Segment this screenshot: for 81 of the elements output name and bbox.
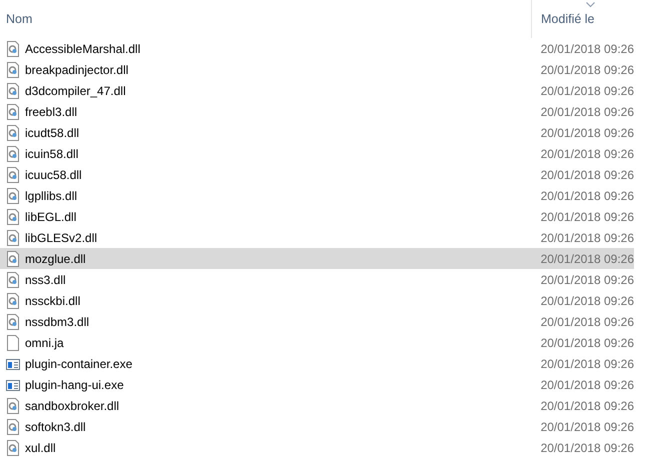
gear-file-icon (6, 398, 20, 414)
blank-file-icon (6, 334, 20, 350)
gear-file-icon (6, 440, 20, 456)
file-row[interactable]: omni.ja 20/01/2018 09:26 (0, 332, 634, 353)
gear-file-icon (6, 82, 20, 98)
gear-file-icon (6, 146, 20, 162)
sort-caret-icon (586, 2, 595, 8)
file-row[interactable]: plugin-container.exe 20/01/2018 09:26 (0, 353, 634, 374)
file-row[interactable]: breakpadinjector.dll 20/01/2018 09:26 (0, 59, 634, 80)
gear-file-icon (6, 40, 20, 56)
gear-file-icon (6, 62, 20, 78)
file-row[interactable]: plugin-hang-ui.exe 20/01/2018 09:26 (0, 374, 634, 395)
file-name: omni.ja (25, 336, 65, 350)
file-name: d3dcompiler_47.dll (25, 84, 127, 98)
modified-date: 20/01/2018 09:26 (540, 272, 634, 286)
file-name: icudt58.dll (25, 126, 80, 140)
gear-file-icon (6, 418, 20, 434)
gear-file-icon (6, 230, 20, 246)
modified-date: 20/01/2018 09:26 (540, 62, 634, 76)
modified-date: 20/01/2018 09:26 (540, 104, 634, 118)
modified-date: 20/01/2018 09:26 (540, 314, 634, 328)
file-name: softokn3.dll (25, 420, 87, 434)
file-name: xul.dll (25, 440, 57, 454)
modified-date: 20/01/2018 09:26 (540, 294, 634, 308)
column-header[interactable]: Nom (0, 0, 532, 38)
file-name: nss3.dll (25, 272, 67, 286)
gear-file-icon (6, 124, 20, 140)
gear-file-icon (6, 250, 20, 266)
gear-file-icon (6, 292, 20, 308)
file-row[interactable]: nssckbi.dll 20/01/2018 09:26 (0, 290, 634, 311)
file-row[interactable]: nssdbm3.dll 20/01/2018 09:26 (0, 311, 634, 332)
file-name: icuuc58.dll (25, 168, 83, 182)
column-header[interactable]: Modifié le (532, 0, 594, 38)
file-row[interactable]: AccessibleMarshal.dll 20/01/2018 09:26 (0, 38, 634, 59)
file-row[interactable]: softokn3.dll 20/01/2018 09:26 (0, 416, 634, 437)
gear-file-icon (6, 188, 20, 204)
file-row[interactable]: mozglue.dll 20/01/2018 09:26 (0, 248, 634, 269)
file-name: libGLESv2.dll (25, 230, 98, 244)
file-name: AccessibleMarshal.dll (25, 42, 142, 56)
file-name: icuin58.dll (25, 146, 80, 160)
modified-date: 20/01/2018 09:26 (540, 230, 634, 244)
gear-file-icon (6, 166, 20, 182)
modified-date: 20/01/2018 09:26 (540, 440, 634, 454)
file-row[interactable]: lgpllibs.dll 20/01/2018 09:26 (0, 185, 634, 206)
modified-date: 20/01/2018 09:26 (540, 420, 634, 434)
gear-file-icon (6, 104, 20, 120)
modified-date: 20/01/2018 09:26 (540, 188, 634, 202)
modified-date: 20/01/2018 09:26 (540, 252, 634, 266)
modified-date: 20/01/2018 09:26 (540, 42, 634, 56)
file-row[interactable]: libGLESv2.dll 20/01/2018 09:26 (0, 227, 634, 248)
file-name: nssckbi.dll (25, 294, 82, 308)
file-row[interactable]: freebl3.dll 20/01/2018 09:26 (0, 101, 634, 122)
file-name: plugin-container.exe (25, 356, 134, 370)
modified-date: 20/01/2018 09:26 (540, 84, 634, 98)
file-row[interactable]: nss3.dll 20/01/2018 09:26 (0, 269, 634, 290)
gear-file-icon (6, 314, 20, 330)
modified-date: 20/01/2018 09:26 (540, 210, 634, 224)
file-name: mozglue.dll (25, 252, 87, 266)
file-row[interactable]: xul.dll 20/01/2018 09:26 (0, 437, 634, 458)
file-name: libEGL.dll (25, 210, 78, 224)
file-row[interactable]: sandboxbroker.dll 20/01/2018 09:26 (0, 395, 634, 416)
file-name: breakpadinjector.dll (25, 62, 130, 76)
file-name: lgpllibs.dll (25, 188, 78, 202)
modified-date: 20/01/2018 09:26 (540, 336, 634, 350)
file-name: nssdbm3.dll (25, 314, 90, 328)
modified-date: 20/01/2018 09:26 (540, 378, 634, 392)
file-name: freebl3.dll (25, 104, 78, 118)
file-row[interactable]: icuin58.dll 20/01/2018 09:26 (0, 143, 634, 164)
file-row[interactable]: d3dcompiler_47.dll 20/01/2018 09:26 (0, 80, 634, 101)
file-name: plugin-hang-ui.exe (25, 378, 125, 392)
file-row[interactable]: icudt58.dll 20/01/2018 09:26 (0, 122, 634, 143)
modified-date: 20/01/2018 09:26 (540, 398, 634, 412)
gear-file-icon (6, 208, 20, 224)
file-row[interactable]: icuuc58.dll 20/01/2018 09:26 (0, 164, 634, 185)
modified-date: 20/01/2018 09:26 (540, 126, 634, 140)
gear-file-icon (6, 272, 20, 288)
file-row[interactable]: libEGL.dll 20/01/2018 09:26 (0, 206, 634, 227)
modified-date: 20/01/2018 09:26 (540, 146, 634, 160)
modified-date: 20/01/2018 09:26 (540, 356, 634, 370)
modified-date: 20/01/2018 09:26 (540, 168, 634, 182)
file-name: sandboxbroker.dll (25, 398, 120, 412)
